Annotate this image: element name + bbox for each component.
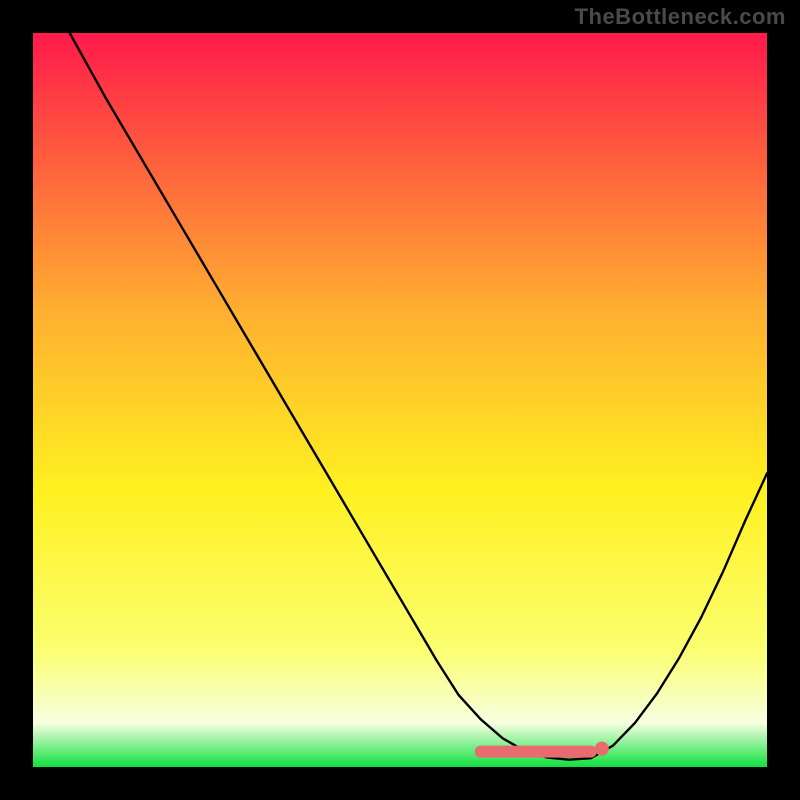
watermark-text: TheBottleneck.com bbox=[575, 4, 786, 30]
plot-svg bbox=[33, 33, 767, 767]
chart-frame: TheBottleneck.com bbox=[0, 0, 800, 800]
min-end-dot bbox=[595, 742, 609, 756]
plot-area bbox=[33, 33, 767, 767]
gradient-background bbox=[33, 33, 767, 767]
